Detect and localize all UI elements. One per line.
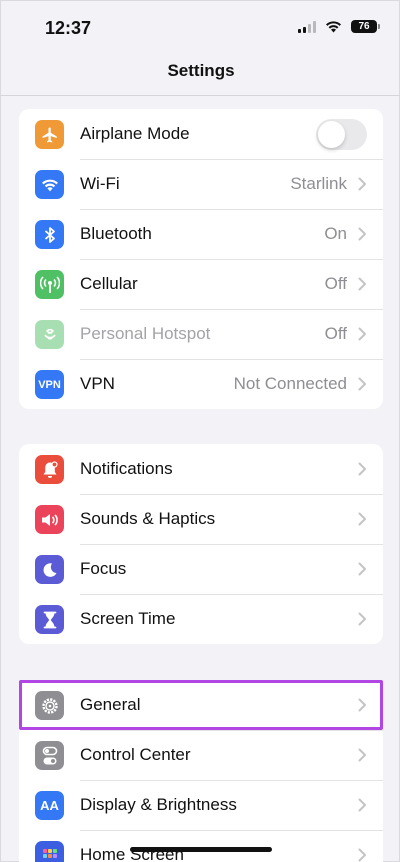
row-value: Not Connected [233,374,347,393]
home-indicator[interactable] [130,847,272,852]
bluetooth-icon [35,220,64,249]
row-sounds-haptics[interactable]: Sounds & Haptics [19,494,383,544]
row-personal-hotspot[interactable]: Personal Hotspot Off [19,309,383,359]
chevron-right-icon [358,327,366,341]
row-general[interactable]: General [19,680,383,730]
chevron-right-icon [358,512,366,526]
chevron-right-icon [358,462,366,476]
row-display-brightness[interactable]: AA Display & Brightness [19,780,383,830]
toggle-knob [318,121,345,148]
row-value: Starlink [290,174,347,193]
row-bluetooth[interactable]: Bluetooth On [19,209,383,259]
row-label: Bluetooth [80,224,152,243]
chevron-right-icon [358,798,366,812]
text-size-icon: AA [35,791,64,820]
settings-group-notifications: Notifications Sounds & Haptics Focus Scr… [19,444,383,644]
status-bar: 12:37 76 [1,1,400,55]
antenna-icon [35,270,64,299]
status-icons: 76 [298,20,380,33]
chevron-right-icon [358,227,366,241]
chevron-right-icon [358,277,366,291]
chevron-right-icon [358,748,366,762]
row-label: Airplane Mode [80,124,190,143]
row-label: Focus [80,559,127,578]
chevron-right-icon [358,377,366,391]
speaker-icon [35,505,64,534]
cellular-signal-icon [298,20,316,33]
row-vpn[interactable]: VPN VPN Not Connected [19,359,383,409]
row-label: Personal Hotspot [80,324,211,343]
row-cellular[interactable]: Cellular Off [19,259,383,309]
row-value: Off [324,274,347,293]
chevron-right-icon [358,848,366,862]
battery-icon: 76 [351,20,380,33]
row-label: General [80,695,141,714]
airplane-icon [35,120,64,149]
chevron-right-icon [358,698,366,712]
home-grid-icon [35,841,64,862]
row-control-center[interactable]: Control Center [19,730,383,780]
bell-icon [35,455,64,484]
settings-group-general: General Control Center AA Display & Brig… [19,680,383,862]
settings-group-connectivity: Airplane Mode Wi-Fi Starlink Bluetooth O… [19,109,383,409]
row-label: VPN [80,374,115,393]
wifi-status-icon [326,21,341,33]
row-home-screen[interactable]: Home Screen [19,830,383,862]
row-value: Off [324,324,347,343]
row-label: Cellular [80,274,138,293]
gear-icon [35,691,64,720]
row-label: Notifications [80,459,173,478]
row-airplane-mode[interactable]: Airplane Mode [19,109,383,159]
hourglass-icon [35,605,64,634]
row-screen-time[interactable]: Screen Time [19,594,383,644]
row-wifi[interactable]: Wi-Fi Starlink [19,159,383,209]
row-focus[interactable]: Focus [19,544,383,594]
row-label: Wi-Fi [80,174,120,193]
chevron-right-icon [358,177,366,191]
row-label: Sounds & Haptics [80,509,216,528]
text-size-icon-text: AA [40,798,59,813]
vpn-icon-text: VPN [38,378,61,391]
row-label: Display & Brightness [80,795,237,814]
row-label: Screen Time [80,609,176,628]
airplane-mode-toggle[interactable] [316,119,367,150]
nav-divider [1,95,400,96]
status-time: 12:37 [45,18,92,38]
vpn-icon: VPN [35,370,64,399]
row-value: On [324,224,347,243]
chevron-right-icon [358,562,366,576]
switches-icon [35,741,64,770]
battery-level: 76 [358,21,370,32]
page-title: Settings [167,61,235,80]
chevron-right-icon [358,612,366,626]
wifi-icon [35,170,64,199]
moon-icon [35,555,64,584]
row-notifications[interactable]: Notifications [19,444,383,494]
hotspot-icon [35,320,64,349]
row-label: Control Center [80,745,191,764]
